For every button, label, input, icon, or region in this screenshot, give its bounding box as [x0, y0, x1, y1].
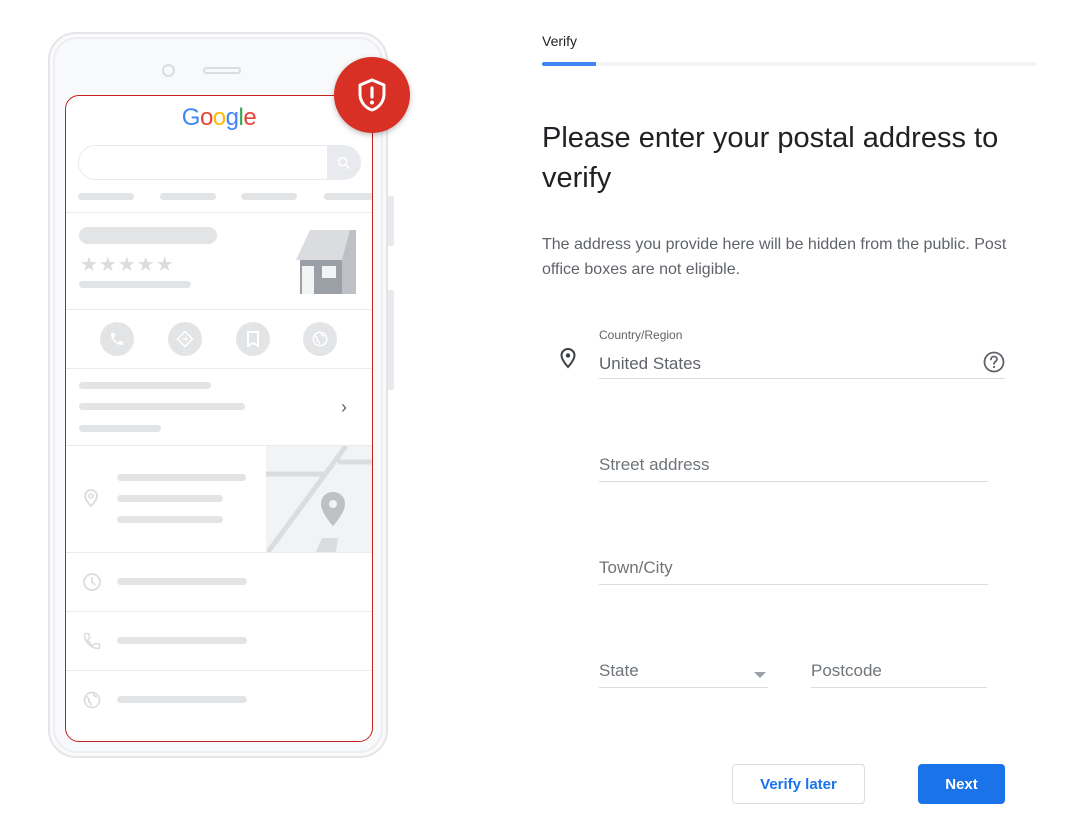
- mini-map: [266, 446, 372, 552]
- skeleton-line: [117, 578, 247, 585]
- town-city-field[interactable]: [599, 549, 988, 585]
- divider: [66, 309, 372, 310]
- skeleton-line: [79, 425, 161, 432]
- postcode-input[interactable]: [811, 661, 987, 681]
- skeleton-business-name: [79, 227, 217, 244]
- town-city-input[interactable]: [599, 558, 988, 578]
- directions-icon: [168, 322, 202, 356]
- clock-icon: [83, 573, 101, 591]
- shield-alert-icon: [358, 78, 386, 112]
- logo-letter: g: [225, 104, 239, 131]
- step-label: Verify: [542, 33, 578, 49]
- globe-icon: [83, 691, 101, 709]
- dropdown-arrow-icon[interactable]: [754, 672, 766, 678]
- skeleton-line: [117, 637, 247, 644]
- state-select[interactable]: [599, 652, 768, 688]
- phone-screen: Google ★★★★★ ›: [65, 95, 373, 742]
- skeleton-line: [79, 382, 211, 389]
- progress-bar: [542, 62, 1036, 66]
- google-logo: Google: [66, 104, 372, 132]
- website-icon: [303, 322, 337, 356]
- phone-side-button: [388, 290, 394, 390]
- location-pin-icon: [560, 347, 576, 369]
- skeleton-line: [117, 495, 223, 502]
- phone-icon: [100, 322, 134, 356]
- skeleton-line: [117, 696, 247, 703]
- divider: [66, 212, 372, 213]
- help-icon[interactable]: [983, 351, 1005, 373]
- divider: [66, 611, 372, 612]
- state-input[interactable]: [599, 661, 768, 681]
- skeleton-tab: [324, 193, 372, 200]
- divider: [66, 552, 372, 553]
- street-address-input[interactable]: [599, 455, 988, 475]
- rating-stars: ★★★★★: [80, 254, 175, 276]
- shield-alert-badge: [334, 57, 410, 133]
- progress-fill: [542, 62, 597, 66]
- skeleton-line: [117, 516, 223, 523]
- phone-camera: [162, 64, 175, 77]
- skeleton-line: [79, 281, 191, 288]
- skeleton-tab: [78, 193, 134, 200]
- logo-letter: e: [243, 104, 257, 131]
- skeleton-tab: [160, 193, 216, 200]
- page-description: The address you provide here will be hid…: [542, 236, 1007, 278]
- phone-speaker: [203, 67, 241, 74]
- logo-letter: o: [199, 104, 213, 131]
- phone-icon: [83, 632, 101, 650]
- mock-search-bar: [78, 145, 361, 180]
- postcode-field[interactable]: [811, 652, 987, 688]
- divider: [66, 670, 372, 671]
- skeleton-tab: [241, 193, 297, 200]
- street-address-field[interactable]: [599, 446, 988, 482]
- phone-side-button: [388, 196, 394, 246]
- country-region-select[interactable]: Country/Region United States: [599, 324, 1005, 379]
- country-region-value[interactable]: United States: [599, 354, 701, 374]
- next-button[interactable]: Next: [918, 764, 1005, 804]
- search-icon: [327, 146, 360, 179]
- country-region-label: Country/Region: [599, 328, 683, 342]
- divider: [66, 368, 372, 369]
- location-pin-icon: [84, 489, 98, 508]
- logo-letter: o: [212, 104, 226, 131]
- logo-letter: G: [181, 104, 201, 131]
- bookmark-icon: [236, 322, 270, 356]
- chevron-right-icon: ›: [341, 397, 347, 417]
- storefront-icon: [296, 230, 356, 294]
- skeleton-line: [79, 403, 245, 410]
- page-title: Please enter your postal address to veri…: [542, 122, 999, 194]
- skeleton-line: [117, 474, 246, 481]
- verify-later-button[interactable]: Verify later: [732, 764, 865, 804]
